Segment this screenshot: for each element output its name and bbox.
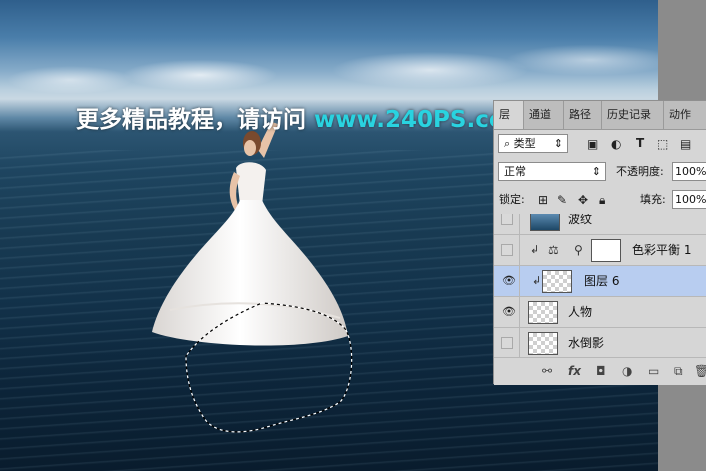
lock-all-icon[interactable]: 🔒︎: [599, 193, 605, 207]
clip-arrow-icon: ↲: [532, 274, 542, 287]
chain-link-icon[interactable]: ⚲: [574, 243, 583, 257]
adjustment-filter-icon[interactable]: ◐: [611, 137, 621, 151]
updown-arrow-icon: ⇕: [553, 137, 563, 150]
type-filter-icon[interactable]: T: [636, 136, 644, 150]
layer-name: 图层 6: [584, 274, 620, 288]
trash-icon[interactable]: 🗑︎: [694, 364, 706, 378]
image-filter-icon[interactable]: ▣: [587, 137, 598, 151]
watermark: 更多精品教程，请访问 www.240PS.com: [76, 100, 529, 134]
layer-name: 色彩平衡 1: [632, 243, 692, 257]
opacity-label: 不透明度:: [616, 165, 664, 178]
link-icon[interactable]: ⚯: [542, 364, 552, 378]
tab-history[interactable]: 历史记录: [602, 101, 664, 129]
adjustment-mask-thumbnail: [591, 239, 621, 262]
new-layer-icon[interactable]: ⧉: [674, 364, 683, 378]
blend-row: 正常 ⇕ 不透明度: 100%: [494, 161, 706, 183]
watermark-text: 更多精品教程，请访问: [76, 107, 315, 133]
layer-name: 波纹: [568, 214, 593, 226]
layer-thumbnail: [530, 214, 560, 231]
lock-label: 锁定:: [499, 193, 525, 206]
visibility-toggle[interactable]: [501, 337, 513, 349]
layer-row[interactable]: 👁︎ 人物: [494, 296, 706, 328]
layer-thumbnail: [528, 332, 558, 355]
fill-input[interactable]: 100%: [672, 190, 706, 209]
filter-row: ⌕ 类型 ⇕ ▣ ◐ T ⬚ ▤: [494, 133, 706, 155]
adjustment-icon[interactable]: ◑: [622, 364, 632, 378]
lock-brush-icon[interactable]: ✎: [557, 193, 567, 207]
tab-paths[interactable]: 路径: [564, 101, 602, 129]
tab-channels[interactable]: 通道: [524, 101, 564, 129]
layer-thumbnail: [528, 301, 558, 324]
layer-name: 人物: [568, 305, 593, 319]
visibility-toggle[interactable]: [501, 214, 513, 225]
layer-row[interactable]: ↲ ⚖ ⚲ 色彩平衡 1: [494, 234, 706, 266]
lock-transparent-icon[interactable]: ⊞: [538, 193, 548, 207]
divider: [519, 266, 520, 297]
clip-arrow-icon: ↲: [530, 243, 540, 256]
eye-icon[interactable]: 👁︎: [501, 306, 516, 318]
filter-type-select[interactable]: ⌕ 类型 ⇕: [498, 134, 568, 153]
layer-row[interactable]: 水倒影: [494, 327, 706, 357]
layers-bottom-toolbar: ⚯ fx ◘ ◑ ▭ ⧉ 🗑︎: [494, 357, 706, 385]
layers-list: 波纹 ↲ ⚖ ⚲ 色彩平衡 1 👁︎ ↲ 图层 6 👁︎ 人物 水倒影: [494, 214, 706, 357]
divider: [519, 297, 520, 328]
fx-button[interactable]: fx: [568, 364, 581, 378]
blend-mode-select[interactable]: 正常 ⇕: [498, 162, 606, 181]
layer-row[interactable]: 波纹: [494, 214, 706, 235]
shape-filter-icon[interactable]: ⬚: [657, 137, 668, 151]
divider: [519, 214, 520, 235]
balance-scale-icon: ⚖: [548, 243, 559, 257]
tab-actions[interactable]: 动作: [664, 101, 706, 129]
lock-position-icon[interactable]: ✥: [578, 193, 588, 207]
search-icon: ⌕: [504, 137, 511, 150]
divider: [519, 235, 520, 266]
folder-icon[interactable]: ▭: [648, 364, 659, 378]
smart-object-filter-icon[interactable]: ▤: [680, 137, 691, 151]
blend-mode-value: 正常: [504, 165, 526, 178]
panel-tabs: 层 通道 路径 历史记录 动作: [494, 101, 706, 130]
tab-layers[interactable]: 层: [494, 101, 524, 129]
layer-thumbnail: [542, 270, 572, 293]
visibility-toggle[interactable]: [501, 244, 513, 256]
eye-icon[interactable]: 👁︎: [501, 275, 516, 287]
fill-label: 填充:: [640, 193, 666, 206]
layers-panel: 层 通道 路径 历史记录 动作 ⌕ 类型 ⇕ ▣ ◐ T ⬚ ▤ 正常 ⇕ 不透…: [493, 100, 706, 385]
layer-name: 水倒影: [568, 336, 605, 350]
opacity-input[interactable]: 100%: [672, 162, 706, 181]
lock-row: 锁定: ⊞ ✎ ✥ 🔒︎ 填充: 100%: [494, 189, 706, 211]
filter-type-label: 类型: [513, 137, 536, 150]
updown-arrow-icon: ⇕: [591, 165, 601, 178]
mask-icon[interactable]: ◘: [596, 364, 606, 378]
divider: [519, 328, 520, 357]
layer-row-selected[interactable]: 👁︎ ↲ 图层 6: [494, 265, 706, 297]
